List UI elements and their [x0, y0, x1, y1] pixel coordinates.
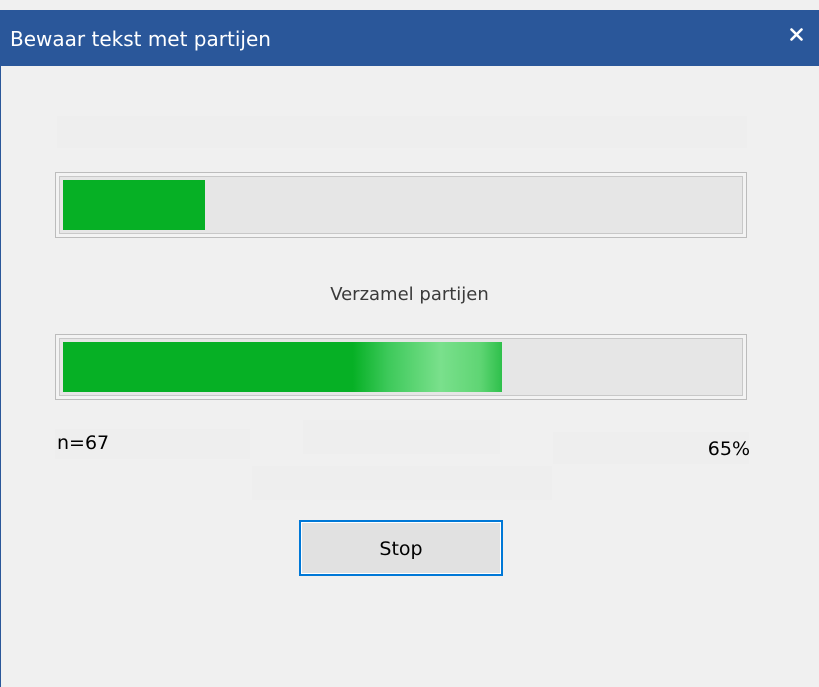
title-bar[interactable]: Bewaar tekst met partijen: [0, 10, 819, 66]
window-title: Bewaar tekst met partijen: [10, 27, 271, 51]
percent-label: 65%: [707, 438, 750, 460]
empty-status-panel: [57, 116, 747, 148]
lower-panel: [252, 466, 552, 500]
secondary-progress-fill: [63, 342, 502, 392]
close-icon: [790, 28, 803, 41]
primary-progress-fill: [63, 180, 205, 230]
middle-panel: [303, 420, 500, 454]
stop-button[interactable]: Stop: [299, 520, 503, 576]
window-left-border: [0, 66, 1, 687]
close-button[interactable]: [773, 18, 819, 52]
progress-dialog: Bewaar tekst met partijen Verzamel parti…: [0, 0, 819, 687]
primary-progress-bar: [55, 172, 747, 238]
count-label: n=67: [57, 432, 110, 454]
status-label: Verzamel partijen: [330, 284, 489, 305]
secondary-progress-bar: [55, 334, 747, 400]
